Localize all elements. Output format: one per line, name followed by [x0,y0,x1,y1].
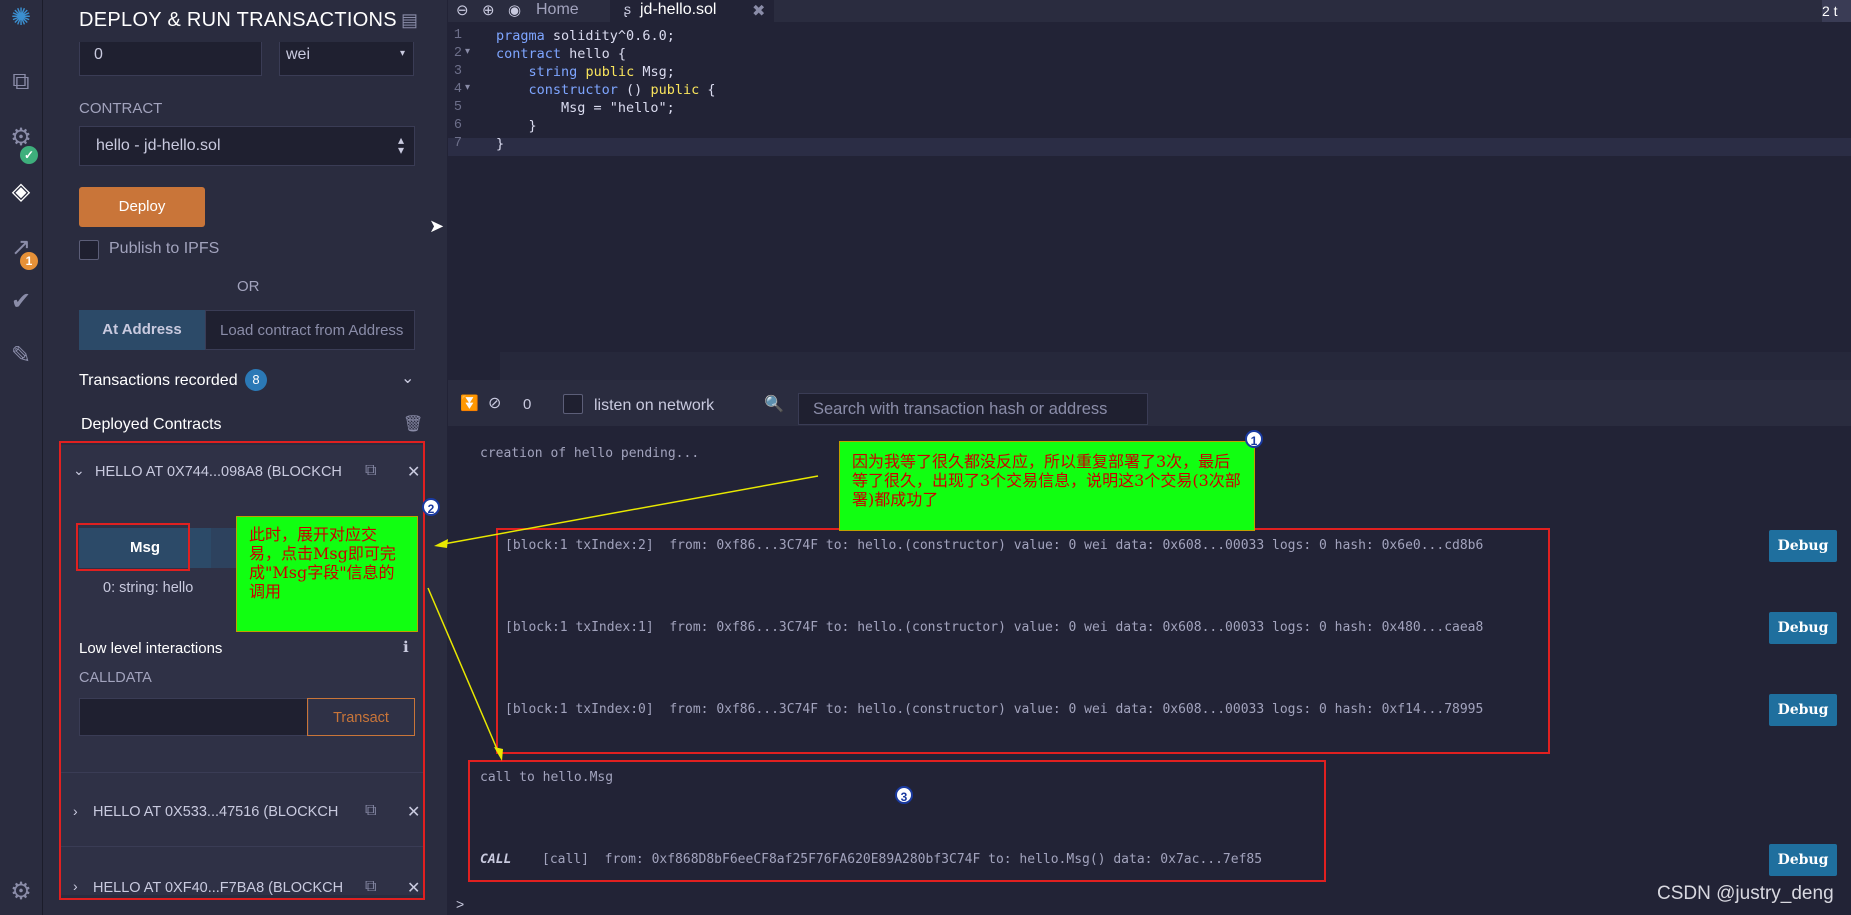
watermark: CSDN @justry_deng [1657,883,1834,904]
arrow-note2 [427,587,501,757]
annotation-note-1: 因为我等了很久都没反应，所以重复部署了3次，最后等了很久，出现了3个交易信息，说… [839,441,1255,531]
arrow-note1 [437,475,819,546]
marker-1: 1 [1245,430,1263,448]
arrowhead-icon [434,539,448,548]
marker-2: 2 [422,498,440,516]
annotation-note-2: 此时，展开对应交易，点击Msg即可完成"Msg字段"信息的调用 [236,516,418,632]
marker-3: 3 [895,786,913,804]
arrowhead-icon [494,747,503,761]
